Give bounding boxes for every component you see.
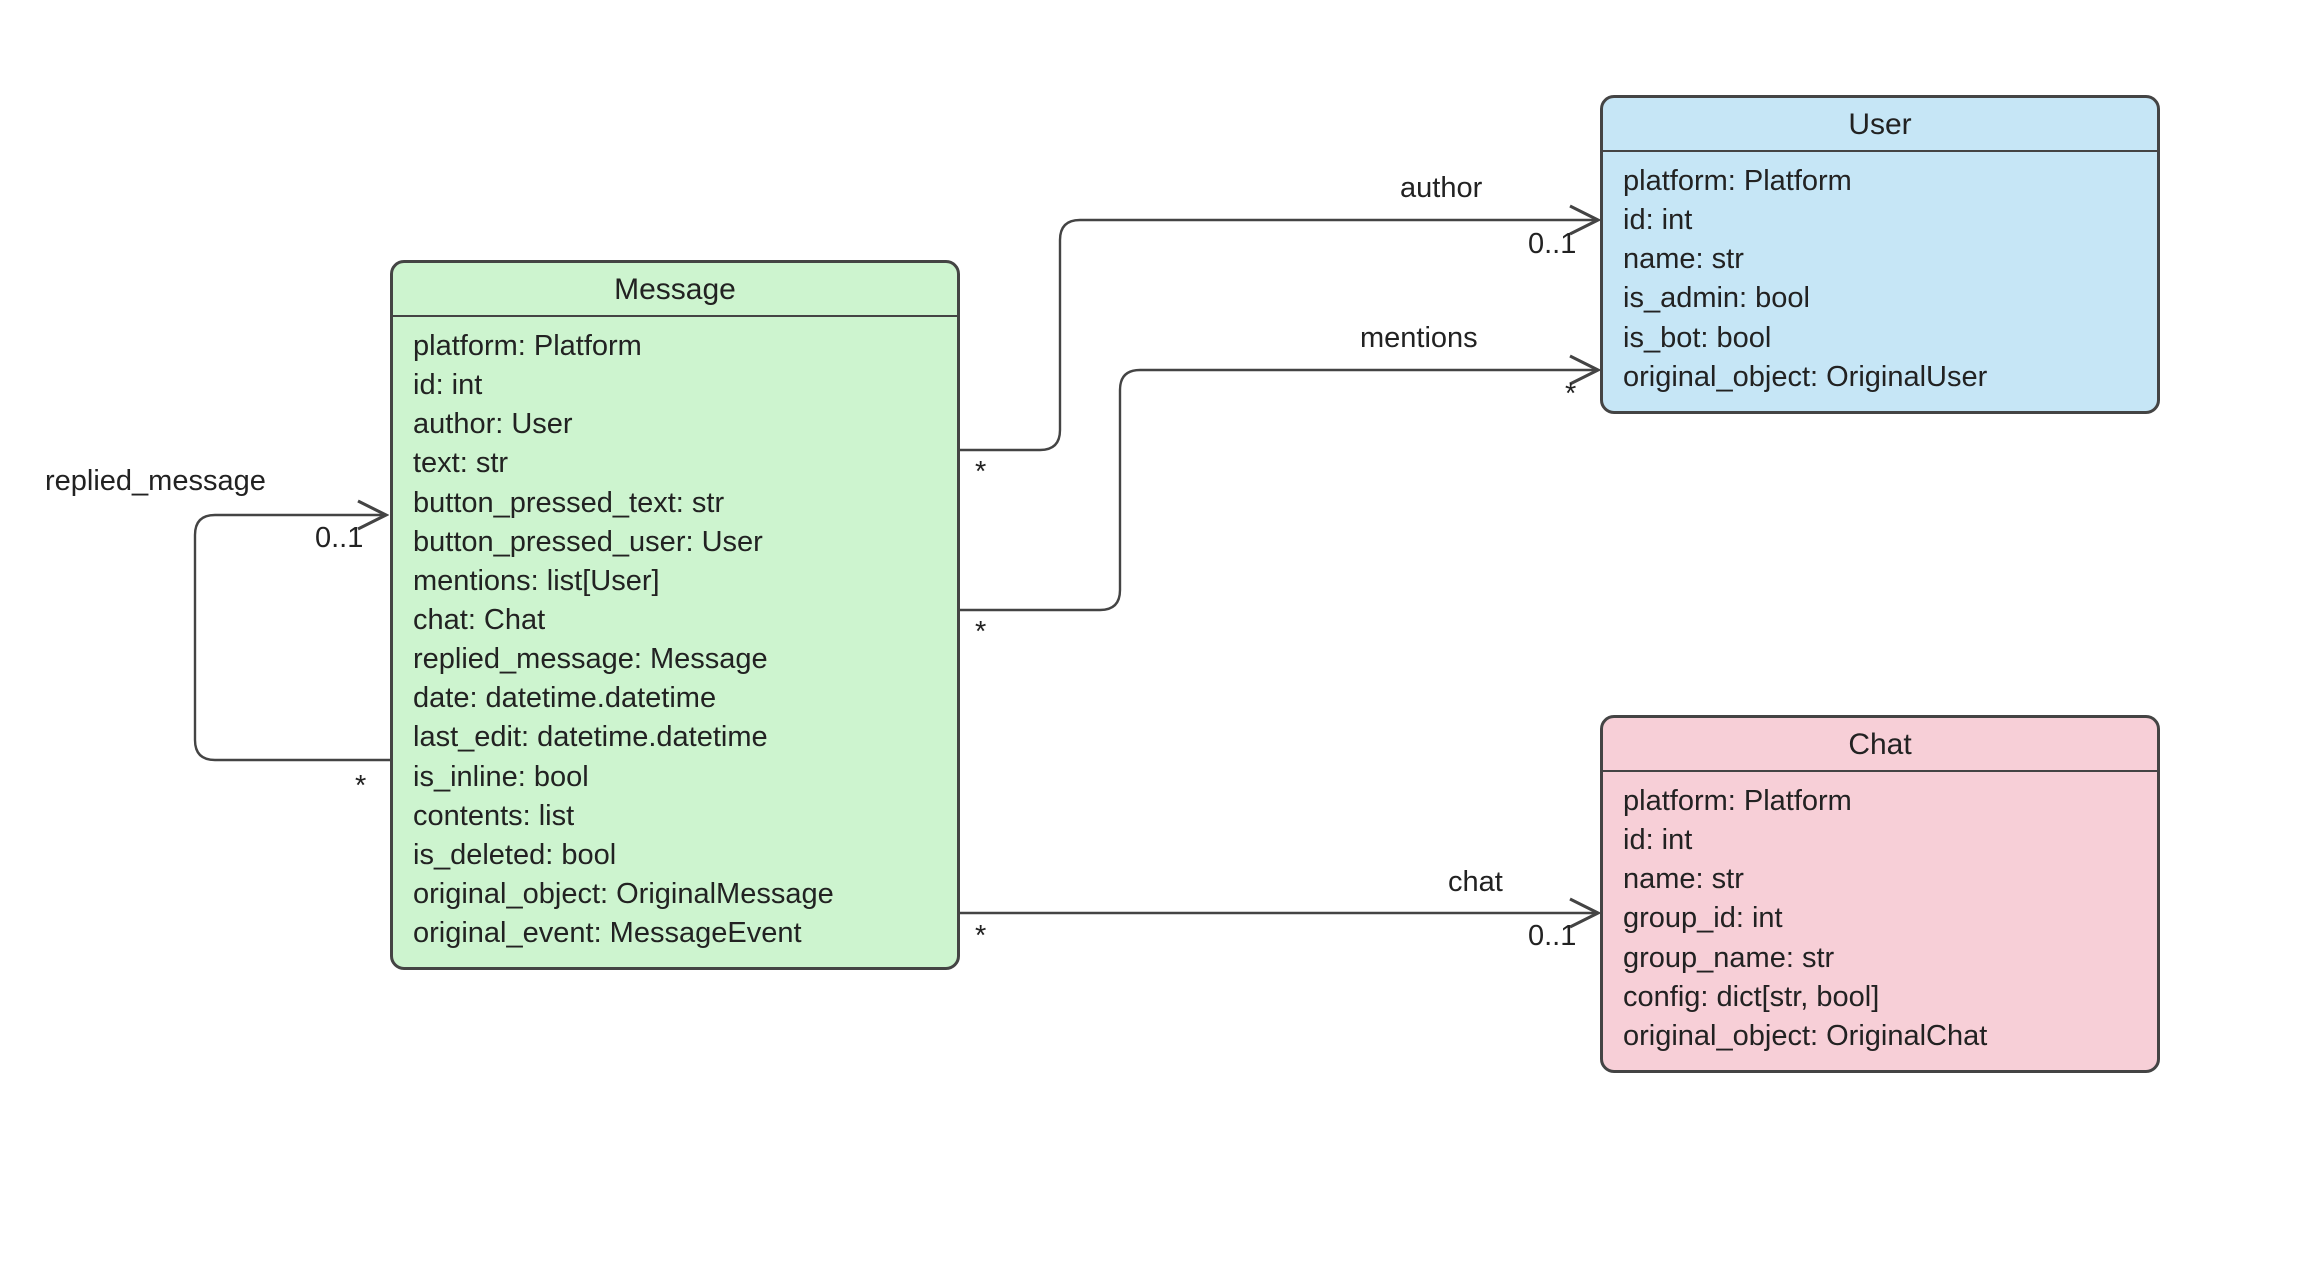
- class-attr: platform: Platform: [1623, 782, 2137, 821]
- class-attr: last_edit: datetime.datetime: [413, 718, 937, 757]
- class-attr: original_object: OriginalChat: [1623, 1017, 2137, 1056]
- class-attr: is_admin: bool: [1623, 279, 2137, 318]
- class-attr: group_name: str: [1623, 939, 2137, 978]
- class-attr: original_event: MessageEvent: [413, 914, 937, 953]
- label-author-name: author: [1400, 172, 1482, 205]
- edge-mentions: [960, 370, 1598, 610]
- class-attr: text: str: [413, 444, 937, 483]
- class-title: Message: [393, 263, 957, 317]
- class-attr: is_deleted: bool: [413, 836, 937, 875]
- edge-author: [960, 220, 1598, 450]
- label-replied-srcmult: *: [355, 770, 366, 803]
- label-author-dstmult: 0..1: [1528, 228, 1576, 261]
- class-attr: button_pressed_text: str: [413, 484, 937, 523]
- class-attr: platform: Platform: [413, 327, 937, 366]
- class-box-message: Message platform: Platformid: intauthor:…: [390, 260, 960, 970]
- class-attr: mentions: list[User]: [413, 562, 937, 601]
- class-attr: chat: Chat: [413, 601, 937, 640]
- class-attr: is_inline: bool: [413, 758, 937, 797]
- class-box-chat: Chat platform: Platformid: intname: strg…: [1600, 715, 2160, 1073]
- class-attrs-chat: platform: Platformid: intname: strgroup_…: [1603, 772, 2157, 1070]
- class-attr: button_pressed_user: User: [413, 523, 937, 562]
- label-replied-name: replied_message: [45, 465, 266, 498]
- class-attr: config: dict[str, bool]: [1623, 978, 2137, 1017]
- label-mentions-srcmult: *: [975, 616, 986, 649]
- class-attr: author: User: [413, 405, 937, 444]
- class-attr: date: datetime.datetime: [413, 679, 937, 718]
- class-attr: contents: list: [413, 797, 937, 836]
- class-attr: id: int: [1623, 821, 2137, 860]
- label-chat-srcmult: *: [975, 920, 986, 953]
- class-attr: original_object: OriginalMessage: [413, 875, 937, 914]
- class-attr: group_id: int: [1623, 899, 2137, 938]
- class-attr: platform: Platform: [1623, 162, 2137, 201]
- uml-canvas: author 0..1 * mentions * * chat 0..1 * r…: [0, 0, 2312, 1279]
- label-mentions-name: mentions: [1360, 322, 1478, 355]
- class-attrs-message: platform: Platformid: intauthor: Usertex…: [393, 317, 957, 967]
- class-box-user: User platform: Platformid: intname: stri…: [1600, 95, 2160, 414]
- class-attr: is_bot: bool: [1623, 319, 2137, 358]
- label-author-srcmult: *: [975, 456, 986, 489]
- label-chat-dstmult: 0..1: [1528, 920, 1576, 953]
- class-attr: name: str: [1623, 860, 2137, 899]
- class-attrs-user: platform: Platformid: intname: stris_adm…: [1603, 152, 2157, 411]
- class-title: User: [1603, 98, 2157, 152]
- class-attr: original_object: OriginalUser: [1623, 358, 2137, 397]
- class-attr: replied_message: Message: [413, 640, 937, 679]
- label-chat-name: chat: [1448, 866, 1503, 899]
- class-attr: name: str: [1623, 240, 2137, 279]
- label-replied-dstmult: 0..1: [315, 522, 363, 555]
- class-title: Chat: [1603, 718, 2157, 772]
- class-attr: id: int: [1623, 201, 2137, 240]
- label-mentions-dstmult: *: [1565, 378, 1576, 411]
- class-attr: id: int: [413, 366, 937, 405]
